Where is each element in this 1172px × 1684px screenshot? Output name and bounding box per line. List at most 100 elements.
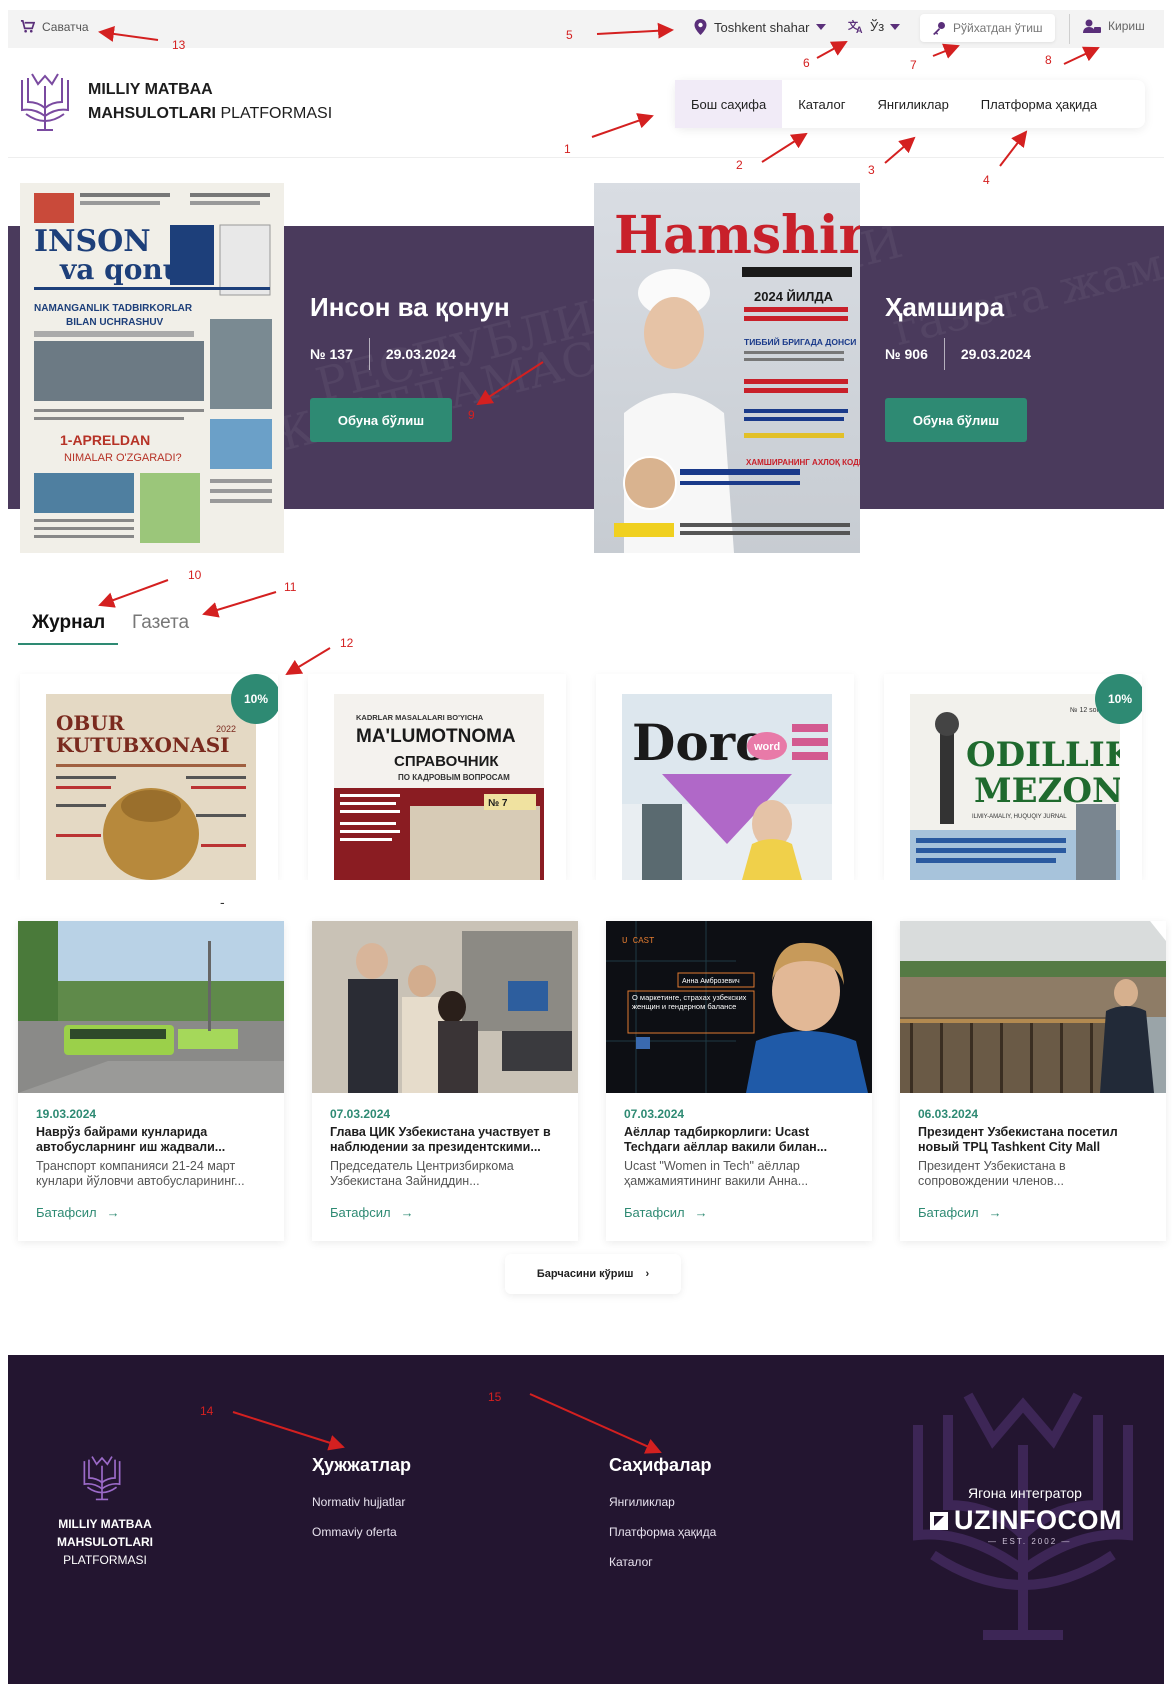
read-more-label: Батафсил <box>624 1205 685 1220</box>
product-card[interactable]: № 12 son ODILLIK MEZONI ILMIY-AMALIY, HU… <box>884 674 1142 880</box>
read-more-link[interactable]: Батафсил → <box>36 1205 120 1220</box>
footer-link-catalog[interactable]: Каталог <box>609 1555 653 1569</box>
footer-logo-line-1: MILLIY MATBAA <box>58 1517 152 1531</box>
nav-about[interactable]: Платформа ҳақида <box>965 80 1113 128</box>
tab-journal[interactable]: Журнал <box>32 612 105 634</box>
news-date: 07.03.2024 <box>624 1107 685 1121</box>
hero-meta-1: № 137 29.03.2024 <box>310 338 456 370</box>
product-cover: OBUR KUTUBXONASI 2022 <box>46 694 256 880</box>
login-button[interactable]: Кириш <box>1083 19 1145 33</box>
city-label: Toshkent shahar <box>714 19 810 35</box>
svg-text:U CAST: U CAST <box>622 936 655 946</box>
arrow-right-icon: → <box>988 1205 1002 1220</box>
uzinfocom-est: — EST. 2002 — <box>988 1537 1072 1546</box>
logo-text: MILLIY MATBAA MAHSULOTLARI PLATFORMASI <box>88 78 332 126</box>
footer-logo-line-2: MAHSULOTLARI <box>57 1535 153 1549</box>
product-card[interactable]: KADRLAR MASALALARI BO'YICHA MA'LUMOTNOMA… <box>308 674 566 880</box>
annotation-label: 8 <box>1045 53 1052 67</box>
footer-link-about[interactable]: Платформа ҳақида <box>609 1525 716 1539</box>
ucast-promo-image: U CAST Анна Амброзевич О маркетинге, стр… <box>606 921 872 1093</box>
svg-text:NIMALAR O'ZGARADI?: NIMALAR O'ZGARADI? <box>64 452 182 464</box>
hero-issue-date: 29.03.2024 <box>960 346 1031 362</box>
annotation-label: 9 <box>468 408 475 422</box>
city-selector[interactable]: Toshkent shahar <box>694 19 827 35</box>
news-title[interactable]: Аёллар тадбиркорлиги: Ucast Techдаги аёл… <box>624 1125 860 1155</box>
dash-mark: - <box>220 894 225 910</box>
product-cover: Doro word <box>622 694 832 880</box>
magazine-cover-image: KADRLAR MASALALARI BO'YICHA MA'LUMOTNOMA… <box>334 694 544 880</box>
product-card[interactable]: Doro word <box>596 674 854 880</box>
svg-text:Hamshira: Hamshira <box>614 205 860 266</box>
annotation-label: 11 <box>284 580 297 594</box>
magazine-cover-image: Doro word <box>622 694 832 880</box>
site-footer: MILLIY MATBAA MAHSULOTLARI PLATFORMASI Ҳ… <box>8 1355 1164 1684</box>
uzinfocom-name: UZINFOCOM <box>954 1505 1122 1535</box>
news-title[interactable]: Президент Узбекистана посетил новый ТРЦ … <box>918 1125 1154 1155</box>
news-title[interactable]: Наврўз байрами кунларида автобусларнинг … <box>36 1125 272 1155</box>
see-all-button[interactable]: Барчасини кўриш › <box>505 1254 681 1294</box>
arrow-right-icon: → <box>106 1205 120 1220</box>
svg-text:NAMANGANLIK TADBIRKORLAR: NAMANGANLIK TADBIRKORLAR <box>34 303 193 314</box>
svg-text:№ 7: № 7 <box>488 798 508 809</box>
arrow-right-icon: → <box>694 1205 708 1220</box>
annotation-label: 1 <box>564 142 571 156</box>
magazine-cover-image: OBUR KUTUBXONASI 2022 <box>46 694 256 880</box>
register-button[interactable]: Рўйхатдан ўтиш <box>920 14 1055 42</box>
read-more-link[interactable]: Батафсил → <box>918 1205 1002 1220</box>
svg-text:ILMIY-AMALIY, HUQUQIY JURNAL: ILMIY-AMALIY, HUQUQIY JURNAL <box>972 814 1067 820</box>
news-description: Председатель Центризбиркома Узбекистана … <box>330 1159 514 1188</box>
footer-link-news[interactable]: Янгиликлар <box>609 1495 675 1509</box>
read-more-label: Батафсил <box>918 1205 979 1220</box>
footer-link-normative-docs[interactable]: Normativ hujjatlar <box>312 1495 405 1509</box>
chevron-down-icon <box>816 24 827 30</box>
language-label: Ўз <box>870 19 885 34</box>
integrator-label: Ягона интегратор <box>968 1485 1082 1501</box>
hero-cover-inson-va-qonun[interactable]: INSON va qonun NAMANGANLIK TADBIRKORLAR … <box>20 183 284 553</box>
site-logo[interactable]: MILLIY MATBAA MAHSULOTLARI PLATFORMASI <box>18 72 332 132</box>
product-cover: № 12 son ODILLIK MEZONI ILMIY-AMALIY, HU… <box>910 694 1120 880</box>
nav-catalog[interactable]: Каталог <box>782 80 861 128</box>
translate-icon: 文A <box>848 19 863 34</box>
logo-line-1: MILLIY MATBAA <box>88 81 213 98</box>
annotation-label: 15 <box>488 1390 502 1404</box>
subscribe-button-2[interactable]: Обуна бўлиш <box>885 398 1027 442</box>
news-title[interactable]: Глава ЦИК Узбекистана участвует в наблюд… <box>330 1125 566 1155</box>
tab-newspaper[interactable]: Газета <box>132 612 189 634</box>
hero-cover-hamshira[interactable]: Hamshira 2024 ЙИЛДА ТИББИЙ БРИГАДА ДОНСИ… <box>594 183 860 553</box>
subscribe-button-1[interactable]: Обуна бўлиш <box>310 398 452 442</box>
footer-docs-heading: Ҳужжатлар <box>312 1455 412 1475</box>
svg-text:СПРАВОЧНИК: СПРАВОЧНИК <box>394 753 499 770</box>
svg-text:1-APRELDAN: 1-APRELDAN <box>60 432 150 448</box>
read-more-label: Батафсил <box>36 1205 97 1220</box>
cart-link[interactable]: Саватча <box>20 19 89 34</box>
news-card[interactable]: U CAST Анна Амброзевич О маркетинге, стр… <box>606 921 872 1241</box>
nav-news[interactable]: Янгиликлар <box>862 80 965 128</box>
news-card[interactable]: 07.03.2024 Глава ЦИК Узбекистана участву… <box>312 921 578 1241</box>
news-image <box>900 921 1166 1093</box>
news-card[interactable]: 06.03.2024 Президент Узбекистана посетил… <box>900 921 1166 1241</box>
hero-title-2: Ҳамшира <box>885 292 1005 322</box>
annotation-label: 6 <box>803 56 810 70</box>
news-date: 06.03.2024 <box>918 1107 979 1121</box>
footer-pages-heading: Саҳифалар <box>609 1455 712 1475</box>
news-description: Президент Узбекистана в сопровождении чл… <box>918 1159 1066 1188</box>
svg-text:OBUR: OBUR <box>56 711 125 735</box>
hero-title-1: Инсон ва қонун <box>310 292 510 322</box>
product-card[interactable]: OBUR KUTUBXONASI 2022 10% <box>20 674 278 880</box>
see-all-label: Барчасини кўриш <box>536 1268 634 1280</box>
magazine-cover-image: Hamshira 2024 ЙИЛДА ТИББИЙ БРИГАДА ДОНСИ… <box>594 183 860 553</box>
uzinfocom-logo[interactable]: UZINFOCOM <box>928 1505 1122 1536</box>
news-card[interactable]: 19.03.2024 Наврўз байрами кунларида авто… <box>18 921 284 1241</box>
discount-badge: 10% <box>231 674 278 724</box>
footer-link-public-offer[interactable]: Ommaviy oferta <box>312 1525 397 1539</box>
read-more-link[interactable]: Батафсил → <box>624 1205 708 1220</box>
read-more-link[interactable]: Батафсил → <box>330 1205 414 1220</box>
language-selector[interactable]: 文A Ўз <box>848 19 901 34</box>
read-more-label: Батафсил <box>330 1205 391 1220</box>
nav-home[interactable]: Бош саҳифа <box>675 80 783 128</box>
svg-text:ХАМШИРАНИНГ АХЛОҚ КОДЕКСИ: ХАМШИРАНИНГ АХЛОҚ КОДЕКСИ <box>746 458 860 467</box>
news-image: U CAST Анна Амброзевич О маркетинге, стр… <box>606 921 872 1093</box>
register-label: Рўйхатдан ўтиш <box>953 21 1043 35</box>
meeting-photo <box>312 921 578 1093</box>
mall-visit-photo <box>900 921 1166 1093</box>
